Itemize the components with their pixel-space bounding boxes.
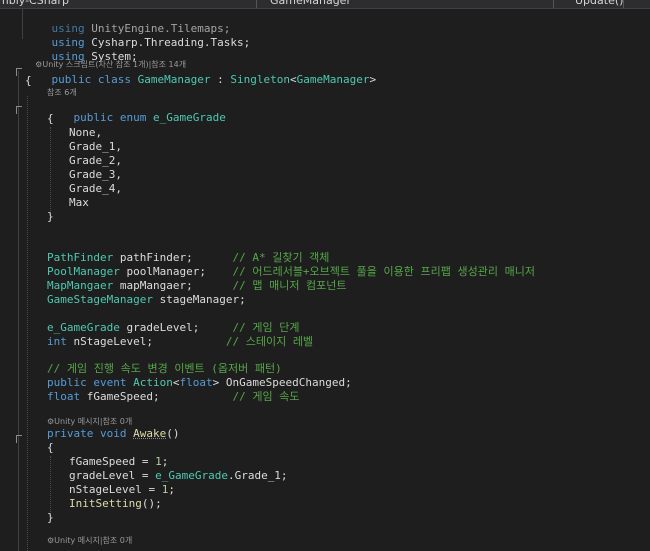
code-line-brace: { (47, 441, 54, 454)
code-line-awake-declaration: private void Awake() (47, 427, 180, 440)
collapse-enum-toggle[interactable] (16, 106, 22, 114)
code-line-field-mapmanager: MapMangaer mapMangaer; // 맵 매니저 컴포넌트 (47, 279, 347, 292)
code-line-enum-value: Max (69, 196, 89, 209)
code-line-brace: } (47, 511, 54, 524)
code-line-event-declaration: public event Action<float> OnGameSpeedCh… (47, 376, 352, 389)
code-line-field-stagelevel: int nStageLevel; // 스테이지 레벨 (47, 335, 314, 348)
indent-guide (27, 96, 28, 551)
code-line-field-pathfinder: PathFinder pathFinder; // A* 길찾기 객체 (47, 251, 330, 264)
code-line-field-stagemanager: GameStageManager stageManager; (47, 293, 246, 306)
code-line-class-declaration: public class GameManager : Singleton<Gam… (51, 73, 377, 86)
code-line-enum-value: Grade_4, (69, 182, 122, 195)
divider (553, 0, 554, 8)
member-dropdown[interactable]: Update() (575, 0, 623, 8)
code-line-call-initsetting: InitSetting(); (69, 497, 162, 510)
project-dropdown[interactable]: mbly-CSharp (0, 0, 69, 8)
code-line-enum-value: Grade_3, (69, 168, 122, 181)
code-line-brace: } (47, 210, 54, 223)
codelens-enum-references[interactable]: 참조 6개 (47, 88, 77, 98)
code-line-field-gamespeed: float fGameSpeed; // 게임 속도 (47, 390, 300, 403)
divider (256, 0, 257, 8)
divider (623, 0, 624, 8)
codelens-awake-references[interactable]: ⚙Unity 메시지|참조 0개 (47, 417, 132, 427)
code-line-enum-value: Grade_2, (69, 154, 122, 167)
code-line-field-poolmanager: PoolManager poolManager; // 어드레서블+오브젝트 풀… (47, 265, 535, 278)
code-line-field-gradelevel: e_GameGrade gradeLevel; // 게임 단계 (47, 321, 300, 334)
code-line-enum-value: Grade_1, (69, 140, 122, 153)
code-editor[interactable]: using UnityEngine.Tilemaps; using Cyshar… (0, 9, 650, 551)
editor-navigation-bar: mbly-CSharp GameManager Update() (0, 0, 650, 9)
class-dropdown[interactable]: GameManager (270, 0, 351, 8)
code-line-assign-gradelevel: gradeLevel = e_GameGrade.Grade_1; (69, 469, 288, 482)
indent-guide (50, 456, 51, 516)
indent-guide (50, 127, 51, 215)
class-block-guide (18, 71, 19, 551)
using-block-guide (22, 9, 23, 39)
code-line-brace: { (47, 112, 54, 125)
code-line-comment-event: // 게임 진행 속도 변경 이벤트 (옵저버 패턴) (47, 362, 282, 375)
code-line-assign-stagelevel: nStageLevel = 1; (69, 483, 175, 496)
code-line-brace: { (25, 74, 32, 87)
collapse-method-toggle[interactable] (16, 435, 22, 443)
collapse-class-toggle[interactable] (16, 68, 22, 76)
code-line-enum-value: None, (69, 126, 103, 139)
codelens-next-method-references[interactable]: ⚙Unity 메시지|참조 0개 (47, 536, 132, 546)
code-line-assign-gamespeed: fGameSpeed = 1; (69, 455, 169, 468)
